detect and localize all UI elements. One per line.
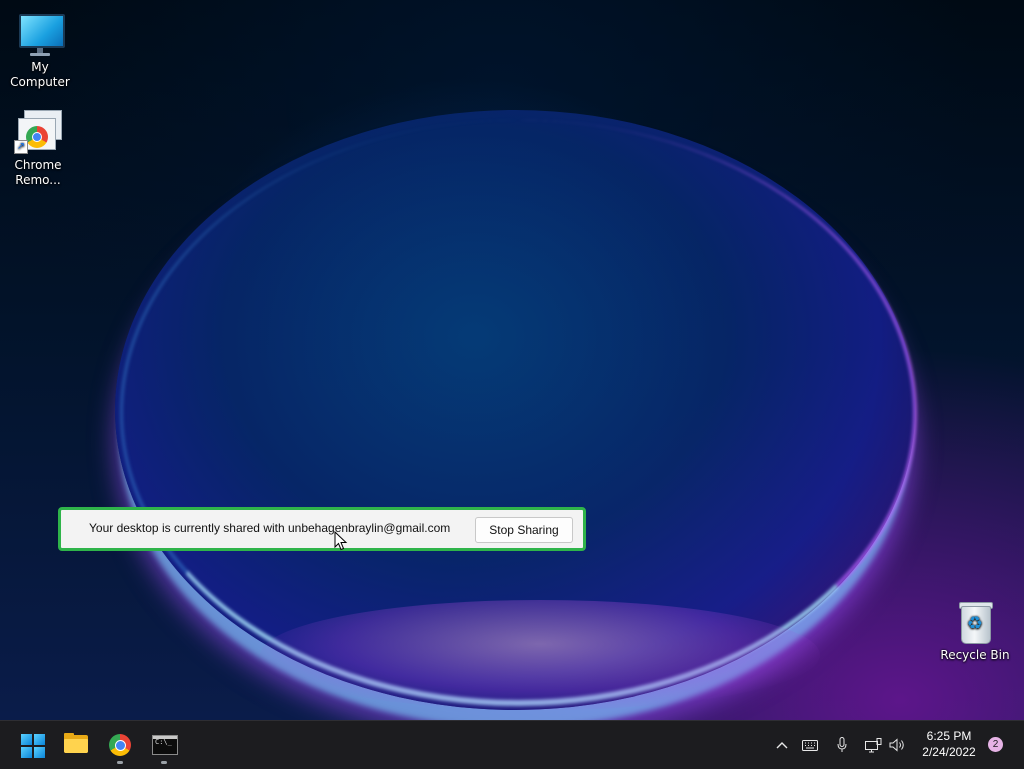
recycle-bin-icon: ♻	[951, 598, 999, 646]
taskbar-chrome[interactable]	[100, 725, 140, 765]
notification-badge[interactable]: 2	[988, 737, 1003, 752]
desktop-icon-label: Remo...	[15, 173, 61, 187]
microphone-button[interactable]	[832, 721, 852, 769]
volume-button[interactable]	[886, 721, 908, 769]
desktop-icon-label: Chrome	[14, 158, 62, 172]
mouse-cursor-icon	[334, 531, 348, 551]
chevron-up-icon	[776, 742, 788, 749]
shortcut-arrow-icon: ↗	[14, 140, 28, 154]
chrome-icon	[109, 734, 131, 756]
taskbar: C:\_ 6:25 PM 2/24/2022 2	[0, 720, 1024, 769]
running-indicator	[117, 761, 123, 764]
start-button[interactable]	[12, 725, 52, 765]
desktop-icon-chrome-remote-desktop[interactable]: ↗ Chrome Remo...	[0, 108, 78, 188]
volume-icon	[889, 738, 904, 752]
desktop-icon-my-computer[interactable]: My Computer	[0, 10, 80, 90]
show-hidden-icons-button[interactable]	[772, 721, 792, 769]
desktop-sharing-banner: Your desktop is currently shared with un…	[58, 507, 586, 551]
desktop-icon-recycle-bin[interactable]: ♻ Recycle Bin	[935, 598, 1015, 663]
network-icon	[864, 737, 881, 752]
sharing-message: Your desktop is currently shared with un…	[89, 521, 451, 535]
clock-time: 6:25 PM	[926, 729, 972, 743]
keyboard-icon	[802, 739, 818, 751]
desktop-wallpaper	[0, 0, 1024, 720]
stop-sharing-button[interactable]: Stop Sharing	[475, 517, 573, 543]
chrome-remote-desktop-icon: ↗	[14, 108, 62, 156]
desktop-icon-label: Recycle Bin	[940, 648, 1010, 662]
taskbar-file-explorer[interactable]	[56, 725, 96, 765]
wallpaper-glow	[260, 600, 820, 710]
desktop-icon-label: My Computer	[10, 60, 70, 89]
taskbar-terminal[interactable]: C:\_	[144, 725, 184, 765]
microphone-icon	[837, 737, 847, 752]
windows-logo-icon	[21, 734, 45, 758]
keyboard-layout-button[interactable]	[799, 721, 821, 769]
running-indicator	[161, 761, 167, 764]
network-button[interactable]	[862, 721, 884, 769]
taskbar-clock[interactable]: 6:25 PM 2/24/2022	[914, 728, 984, 760]
clock-date: 2/24/2022	[922, 745, 976, 759]
monitor-icon	[16, 10, 65, 58]
